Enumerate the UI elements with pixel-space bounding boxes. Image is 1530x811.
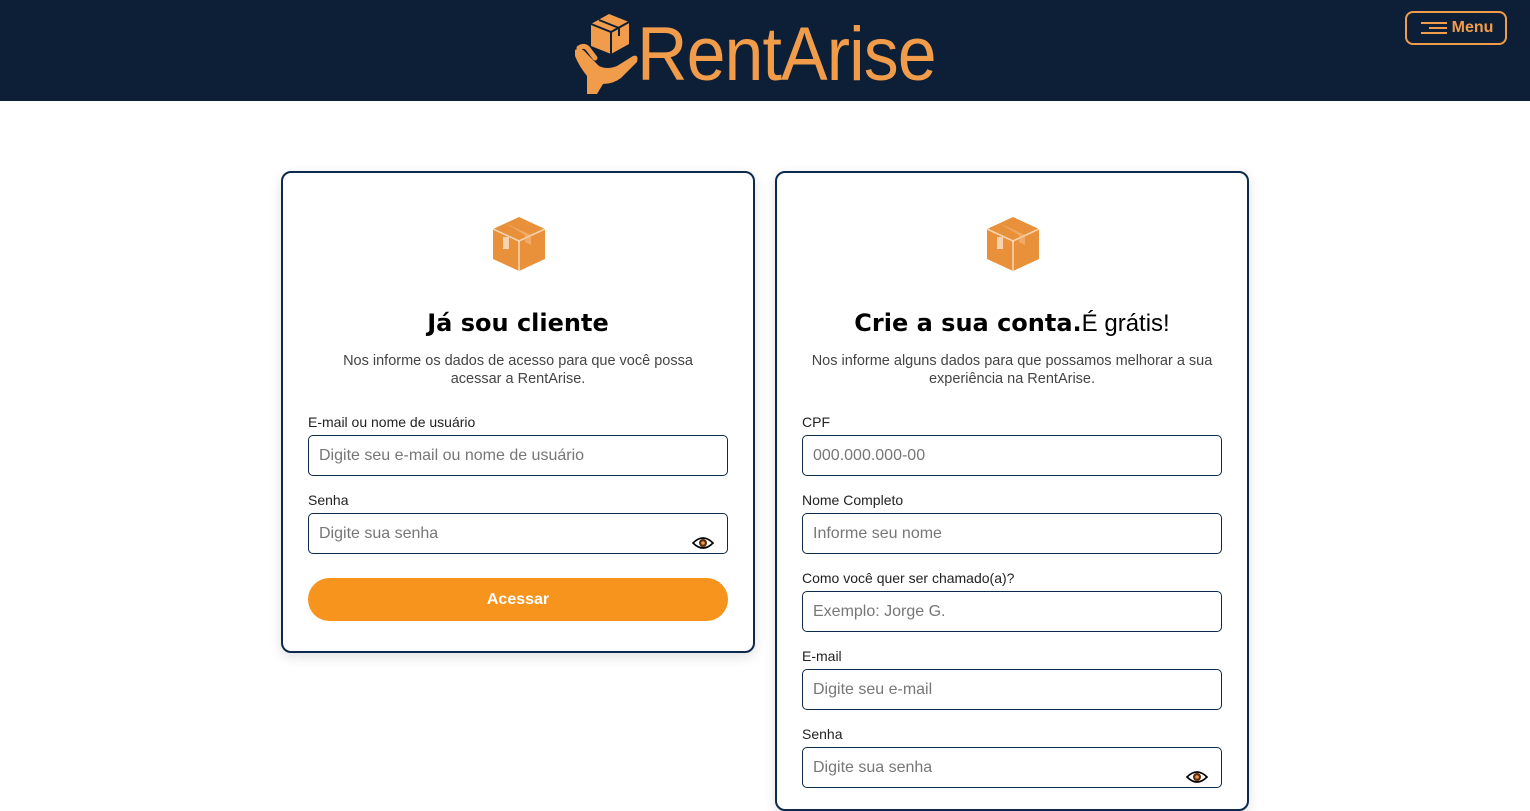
login-user-label: E-mail ou nome de usuário: [308, 414, 476, 430]
signup-password-input[interactable]: [802, 747, 1222, 788]
cpf-input[interactable]: [802, 435, 1222, 476]
full-name-input[interactable]: [802, 513, 1222, 554]
signup-title-bold: Crie a sua conta.: [854, 309, 1082, 337]
login-submit-button[interactable]: Acessar: [308, 578, 728, 621]
menu-label: Menu: [1451, 19, 1494, 36]
full-name-label: Nome Completo: [802, 492, 904, 508]
nickname-label: Como você quer ser chamado(a)?: [802, 570, 1015, 586]
login-password-input[interactable]: [308, 513, 728, 554]
login-card: Já sou cliente Nos informe os dados de a…: [281, 171, 755, 653]
signup-card: Crie a sua conta.É grátis! Nos informe a…: [775, 171, 1249, 811]
login-title: Já sou cliente: [427, 309, 609, 337]
email-label: E-mail: [802, 648, 842, 664]
eye-icon[interactable]: [1186, 769, 1208, 785]
signup-title: Crie a sua conta.É grátis!: [777, 309, 1247, 338]
top-navbar: RentArise Menu: [0, 0, 1530, 101]
box-icon: [492, 217, 546, 271]
nickname-input[interactable]: [802, 591, 1222, 632]
hamburger-menu-icon: [1420, 22, 1447, 34]
login-user-input[interactable]: [308, 435, 728, 476]
email-input[interactable]: [802, 669, 1222, 710]
eye-icon[interactable]: [692, 535, 714, 551]
box-icon: [986, 217, 1040, 271]
signup-subtitle: Nos informe alguns dados para que possam…: [811, 353, 1213, 387]
menu-button[interactable]: Menu: [1405, 11, 1507, 45]
brand-name: RentArise: [637, 12, 937, 97]
signup-title-free: É grátis!: [1081, 310, 1170, 337]
hand-box-logo-icon: [575, 14, 638, 94]
login-subtitle: Nos informe os dados de acesso para que …: [343, 353, 693, 387]
brand-logo[interactable]: RentArise: [573, 6, 962, 98]
login-password-label: Senha: [308, 492, 349, 508]
signup-password-label: Senha: [802, 726, 843, 742]
cpf-label: CPF: [802, 414, 830, 430]
